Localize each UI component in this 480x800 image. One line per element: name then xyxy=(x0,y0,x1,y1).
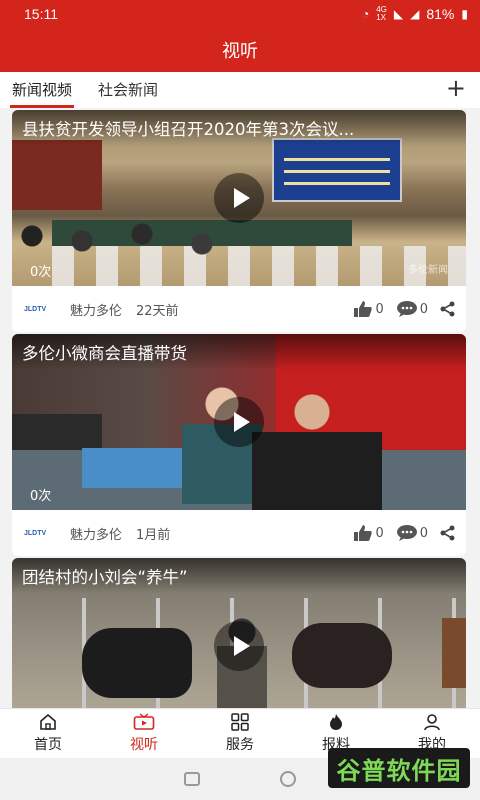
like-button[interactable]: 0 xyxy=(353,524,384,542)
like-count: 0 xyxy=(375,525,384,541)
source-name: 魅力多伦 xyxy=(70,303,123,319)
share-icon xyxy=(440,525,455,541)
play-icon[interactable] xyxy=(214,621,264,671)
video-card[interactable]: 县扶贫开发领导小组召开2020年第3次会议... 0次 多伦新闻 JLDTV 魅… xyxy=(12,110,466,332)
video-card[interactable]: 多伦小微商会直播带货 0次 JLDTV 魅力多伦 1月前 0 0 xyxy=(12,334,466,556)
battery-level: 81% xyxy=(426,6,455,22)
like-button[interactable]: 0 xyxy=(353,300,384,318)
video-thumbnail[interactable]: 多伦小微商会直播带货 0次 xyxy=(12,334,466,510)
play-icon[interactable] xyxy=(214,397,264,447)
thumbs-up-icon xyxy=(354,525,373,541)
video-actions: 0 0 xyxy=(353,524,456,542)
home-button[interactable] xyxy=(280,771,296,787)
comment-icon xyxy=(396,525,417,541)
video-thumbnail[interactable]: 团结村的小刘会“养牛” xyxy=(12,558,466,708)
nav-home[interactable]: 首页 xyxy=(0,709,96,758)
video-title: 县扶贫开发领导小组召开2020年第3次会议... xyxy=(12,110,466,146)
publish-time: 22天前 xyxy=(136,303,179,319)
nav-services[interactable]: 服务 xyxy=(192,709,288,758)
comment-count: 0 xyxy=(419,525,428,541)
video-feed[interactable]: 县扶贫开发领导小组召开2020年第3次会议... 0次 多伦新闻 JLDTV 魅… xyxy=(0,108,480,708)
user-icon xyxy=(423,713,441,731)
category-tab-bar: 新闻视频 社会新闻 + xyxy=(0,72,480,108)
video-title: 团结村的小刘会“养牛” xyxy=(12,558,466,594)
nav-video[interactable]: 视听 xyxy=(96,709,192,758)
share-button[interactable] xyxy=(440,301,456,317)
battery-icon: ▮ xyxy=(461,7,468,21)
share-icon xyxy=(440,301,455,317)
add-tab-button[interactable]: + xyxy=(446,74,466,102)
source-name: 魅力多伦 xyxy=(70,527,123,543)
video-card[interactable]: 团结村的小刘会“养牛” xyxy=(12,558,466,708)
page-title: 视听 xyxy=(222,41,258,62)
network-type: 4G 1X xyxy=(376,5,387,22)
video-thumbnail[interactable]: 县扶贫开发领导小组召开2020年第3次会议... 0次 多伦新闻 xyxy=(12,110,466,286)
nav-label: 视听 xyxy=(130,737,158,753)
comment-count: 0 xyxy=(419,301,428,317)
comment-button[interactable]: 0 xyxy=(396,524,428,542)
video-meta: JLDTV 魅力多伦 22天前 0 0 xyxy=(12,286,466,332)
play-icon[interactable] xyxy=(214,173,264,223)
recents-button[interactable] xyxy=(184,772,200,786)
comment-button[interactable]: 0 xyxy=(396,300,428,318)
video-title: 多伦小微商会直播带货 xyxy=(12,334,466,370)
site-watermark: 谷普软件园 xyxy=(328,748,470,788)
tab-news-video[interactable]: 新闻视频 xyxy=(10,79,75,108)
thumbs-up-icon xyxy=(354,301,373,317)
app-header: 视听 xyxy=(0,28,480,72)
source-logo: JLDTV xyxy=(24,305,47,313)
grid-icon xyxy=(231,713,249,731)
source-logo: JLDTV xyxy=(24,529,47,537)
publish-time: 1月前 xyxy=(136,527,171,543)
share-button[interactable] xyxy=(440,525,456,541)
status-icons: ◔ 4G 1X ◣ ◢ 81% ▮ xyxy=(361,5,468,23)
view-count: 0次 xyxy=(30,265,52,280)
video-actions: 0 0 xyxy=(353,300,456,318)
tv-icon xyxy=(133,713,155,731)
comment-icon xyxy=(396,301,417,317)
nav-label: 服务 xyxy=(226,737,254,753)
view-count: 0次 xyxy=(30,489,52,504)
flame-icon xyxy=(327,713,345,731)
wifi-signal-icon: ◣ xyxy=(393,7,404,21)
like-count: 0 xyxy=(375,301,384,317)
home-icon xyxy=(39,713,57,731)
video-meta: JLDTV 魅力多伦 1月前 0 0 xyxy=(12,510,466,556)
thumbnail-scene xyxy=(12,140,102,210)
cell-signal-icon: ◢ xyxy=(410,7,420,21)
status-bar: 15:11 ◔ 4G 1X ◣ ◢ 81% ▮ xyxy=(0,0,480,28)
thumbnail-watermark: 多伦新闻 xyxy=(408,265,448,276)
alarm-icon: ◔ xyxy=(361,7,370,21)
tab-social-news[interactable]: 社会新闻 xyxy=(96,79,160,108)
status-time: 15:11 xyxy=(24,6,58,22)
nav-label: 首页 xyxy=(34,737,62,753)
